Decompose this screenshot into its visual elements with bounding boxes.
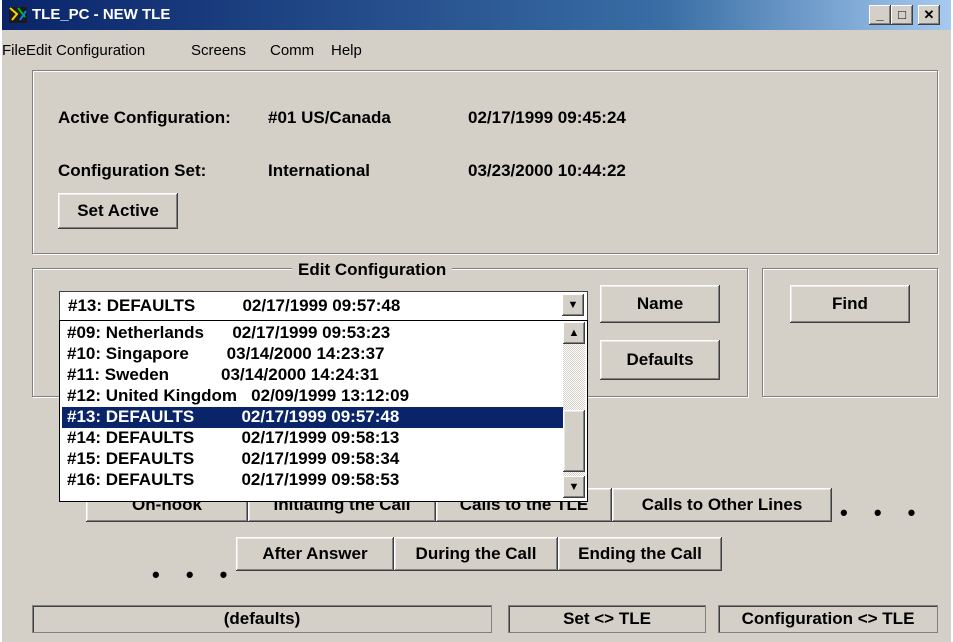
- tab-calls-to-other-lines[interactable]: Calls to Other Lines: [612, 488, 832, 522]
- close-button[interactable]: ✕: [918, 5, 940, 25]
- find-button[interactable]: Find: [790, 285, 910, 323]
- list-scrollbar[interactable]: ▲ ▼: [563, 322, 585, 498]
- more-tabs-right-icon[interactable]: • • •: [840, 500, 925, 526]
- configuration-combobox[interactable]: #13: DEFAULTS 02/17/1999 09:57:48 ▼: [59, 291, 588, 321]
- title-bar[interactable]: TLE_PC - NEW TLE _ □ ✕: [2, 0, 951, 30]
- configuration-dropdown-list[interactable]: #09: Netherlands 02/17/1999 09:53:23 #10…: [59, 320, 588, 502]
- status-configuration-tle: Configuration <> TLE: [718, 605, 938, 633]
- set-active-button[interactable]: Set Active: [58, 193, 178, 229]
- menu-file[interactable]: File: [2, 42, 26, 59]
- scroll-up-icon[interactable]: ▲: [563, 322, 585, 344]
- menu-bar: File Edit Configuration Screens Comm Hel…: [2, 36, 951, 60]
- status-set-tle: Set <> TLE: [508, 605, 706, 633]
- active-config-value: #01 US/Canada: [268, 108, 391, 127]
- list-item[interactable]: #09: Netherlands 02/17/1999 09:53:23: [62, 323, 565, 344]
- name-button[interactable]: Name: [600, 285, 720, 323]
- tab-after-answer[interactable]: After Answer: [236, 537, 394, 571]
- list-item[interactable]: #12: United Kingdom 02/09/1999 13:12:09: [62, 386, 565, 407]
- status-defaults: (defaults): [32, 605, 492, 633]
- combobox-dropdown-icon[interactable]: ▼: [562, 294, 584, 316]
- menu-screens[interactable]: Screens: [191, 42, 246, 59]
- list-item[interactable]: #15: DEFAULTS 02/17/1999 09:58:34: [62, 449, 565, 470]
- list-item-selected[interactable]: #13: DEFAULTS 02/17/1999 09:57:48: [61, 406, 566, 429]
- scroll-down-icon[interactable]: ▼: [563, 476, 585, 498]
- app-icon[interactable]: [8, 5, 28, 25]
- tab-during-the-call[interactable]: During the Call: [394, 537, 558, 571]
- edit-config-legend: Edit Configuration: [292, 260, 453, 280]
- maximize-button[interactable]: □: [891, 5, 913, 25]
- list-item[interactable]: #14: DEFAULTS 02/17/1999 09:58:13: [62, 428, 565, 449]
- list-item[interactable]: #16: DEFAULTS 02/17/1999 09:58:53: [62, 470, 565, 491]
- minimize-button[interactable]: _: [869, 5, 891, 25]
- window-title: TLE_PC - NEW TLE: [32, 6, 171, 23]
- tab-ending-the-call[interactable]: Ending the Call: [558, 537, 722, 571]
- list-item[interactable]: #11: Sweden 03/14/2000 14:24:31: [62, 365, 565, 386]
- config-set-value: International: [268, 161, 371, 180]
- config-set-timestamp: 03/23/2000 10:44:22: [468, 161, 626, 180]
- active-config-timestamp: 02/17/1999 09:45:24: [468, 108, 626, 127]
- config-set-label: Configuration Set:: [58, 161, 207, 180]
- app-window: TLE_PC - NEW TLE _ □ ✕ File Edit Configu…: [2, 0, 951, 642]
- menu-comm[interactable]: Comm: [270, 42, 314, 59]
- combobox-value: #13: DEFAULTS 02/17/1999 09:57:48: [68, 296, 401, 315]
- menu-help[interactable]: Help: [331, 42, 362, 59]
- active-config-label: Active Configuration:: [58, 108, 231, 127]
- list-item[interactable]: #10: Singapore 03/14/2000 14:23:37: [62, 344, 565, 365]
- defaults-button[interactable]: Defaults: [600, 340, 720, 380]
- more-tabs-left-icon[interactable]: • • •: [152, 562, 237, 588]
- menu-edit-configuration[interactable]: Edit Configuration: [26, 42, 145, 59]
- scroll-thumb[interactable]: [563, 410, 585, 472]
